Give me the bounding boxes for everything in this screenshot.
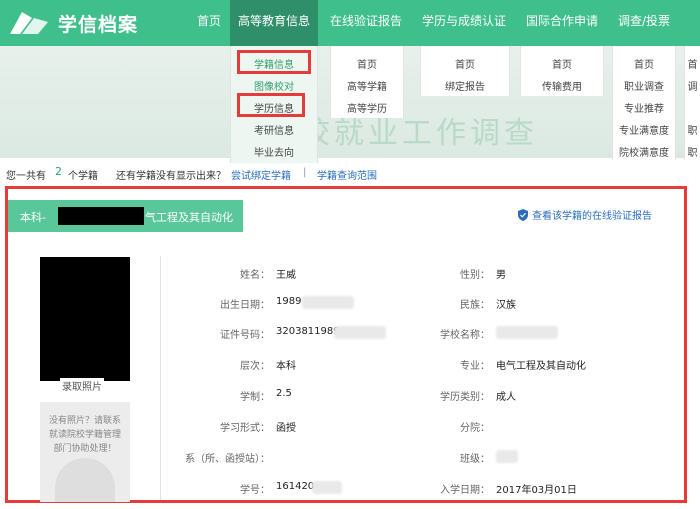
field-value-id-number: 3203811989 <box>276 326 340 337</box>
submenu-column-4: 首页 职业调查 专业推荐 专业满意度 院校满意度 <box>612 46 676 160</box>
redacted-blur <box>496 450 518 463</box>
field-label-branch: 分院： <box>460 423 490 434</box>
nav-online-verification-report[interactable]: 在线验证报告 <box>324 0 408 46</box>
shield-icon <box>518 208 528 221</box>
field-value-birth-date: 1989 <box>276 296 302 307</box>
site-logo[interactable]: 学信档案 <box>8 5 138 41</box>
field-value-study-mode: 函授 <box>276 423 296 434</box>
dropdown-postgraduate-info[interactable]: 考研信息 <box>231 122 317 137</box>
nav-higher-education-info[interactable]: 高等教育信息 <box>230 0 318 46</box>
submenu-item[interactable]: 专业推荐 <box>613 100 675 115</box>
status-query-scope-link[interactable]: 学籍查询范围 <box>317 167 377 182</box>
nav-home[interactable]: 首页 <box>190 0 228 46</box>
field-label-school-name: 学校名称： <box>440 330 490 341</box>
student-status-count-bar: 您一共有 2 个学籍 还有学籍没有显示出来？ 尝试绑定学籍 | 学籍查询范围 <box>0 163 700 183</box>
link-separator: | <box>303 167 307 178</box>
status-tab[interactable]: 本科- 气工程及其自动化 <box>8 200 243 232</box>
avatar-placeholder-icon <box>55 458 115 502</box>
field-label-ethnicity: 民族： <box>460 300 490 311</box>
submenu-item[interactable]: 首 <box>685 56 700 71</box>
missing-status-question: 还有学籍没有显示出来？ <box>116 171 226 182</box>
admission-photo <box>40 257 130 381</box>
submenu-item[interactable]: 首页 <box>421 56 509 71</box>
submenu-item[interactable]: 首页 <box>331 56 403 71</box>
submenu-item[interactable]: 绑定报告 <box>421 78 509 93</box>
no-photo-text: 没有照片？请联系就读院校学籍管理部门协助处理！ <box>48 416 121 454</box>
submenu-column-5: 首 调 职 职 <box>684 46 700 160</box>
nav-degree-score-certification[interactable]: 学历与成绩认证 <box>416 0 512 46</box>
field-value-level: 本科 <box>276 361 296 372</box>
top-navigation-bar: 学信档案 首页 高等教育信息 在线验证报告 学历与成绩认证 国际合作申请 调查/… <box>0 0 700 46</box>
field-label-major: 专业： <box>460 361 490 372</box>
field-label-enrollment-date: 入学日期： <box>440 485 490 496</box>
highlight-box-student-status <box>237 50 311 74</box>
submenu-item[interactable]: 首页 <box>521 56 603 71</box>
field-label-study-mode: 学习形式： <box>220 423 270 434</box>
submenu-column-3: 首页 传输费用 <box>520 46 604 96</box>
redacted-blur <box>496 326 558 339</box>
submenu-item[interactable]: 高等学籍 <box>331 78 403 93</box>
field-label-department: 系（所、函授站）： <box>185 454 270 465</box>
redacted-blur <box>312 481 342 494</box>
field-value-major: 电气工程及其自动化 <box>496 361 586 372</box>
field-value-name: 王威 <box>276 270 296 281</box>
field-label-class: 班级： <box>460 454 490 465</box>
no-photo-notice: 没有照片？请联系就读院校学籍管理部门协助处理！ <box>40 402 130 502</box>
bind-status-link[interactable]: 尝试绑定学籍 <box>231 167 291 182</box>
submenu-item[interactable]: 调 <box>685 78 700 93</box>
site-logo-text: 学信档案 <box>58 13 139 36</box>
field-label-level: 层次： <box>240 361 270 372</box>
nav-international-cooperation[interactable]: 国际合作申请 <box>520 0 604 46</box>
highlight-box-degree-info <box>237 93 305 117</box>
field-label-gender: 性别： <box>460 270 490 281</box>
submenu-item[interactable]: 职 <box>685 122 700 137</box>
status-count: 2 <box>55 165 62 178</box>
submenu-column-2: 首页 绑定报告 <box>420 46 510 96</box>
dropdown-image-check[interactable]: 图像校对 <box>231 78 317 93</box>
submenu-item[interactable]: 高等学历 <box>331 100 403 115</box>
field-label-student-id: 学号： <box>240 485 270 496</box>
field-value-degree-type: 成人 <box>496 392 516 403</box>
field-label-name: 姓名： <box>240 270 270 281</box>
count-prefix: 您一共有 <box>6 171 46 182</box>
submenu-item[interactable]: 职 <box>685 144 700 159</box>
field-value-duration: 2.5 <box>276 388 292 399</box>
field-label-duration: 学制： <box>240 392 270 403</box>
submenu-item[interactable]: 传输费用 <box>521 78 603 93</box>
redacted-school-name <box>58 207 144 225</box>
book-logo-icon <box>10 12 48 34</box>
admission-photo-label: 录取照片 <box>60 378 104 393</box>
field-value-gender: 男 <box>496 270 506 281</box>
dropdown-graduation-destination[interactable]: 毕业去向 <box>231 144 317 159</box>
nav-survey-vote[interactable]: 调查/投票 <box>612 0 676 46</box>
field-value-student-id: 161420 <box>276 481 315 492</box>
redacted-blur <box>302 296 354 309</box>
tab-major-text: 气工程及其自动化 <box>145 211 233 224</box>
field-label-birth-date: 出生日期： <box>220 300 270 311</box>
redacted-blur <box>334 326 386 339</box>
field-value-enrollment-date: 2017年03月01日 <box>496 485 577 496</box>
field-label-id-number: 证件号码： <box>220 330 270 341</box>
submenu-item[interactable]: 院校满意度 <box>613 144 675 159</box>
submenu-item[interactable]: 专业满意度 <box>613 122 675 137</box>
view-verification-report-link[interactable]: 查看该学籍的在线验证报告 <box>518 207 652 222</box>
tab-level-text: 本科- <box>20 211 46 224</box>
field-label-degree-type: 学历类别： <box>440 392 490 403</box>
submenu-column-1: 首页 高等学籍 高等学历 <box>330 46 404 118</box>
submenu-item[interactable]: 首页 <box>613 56 675 71</box>
submenu-item[interactable]: 职业调查 <box>613 78 675 93</box>
field-value-ethnicity: 汉族 <box>496 300 516 311</box>
verify-link-text: 查看该学籍的在线验证报告 <box>532 211 652 222</box>
count-suffix: 个学籍 <box>68 171 98 182</box>
